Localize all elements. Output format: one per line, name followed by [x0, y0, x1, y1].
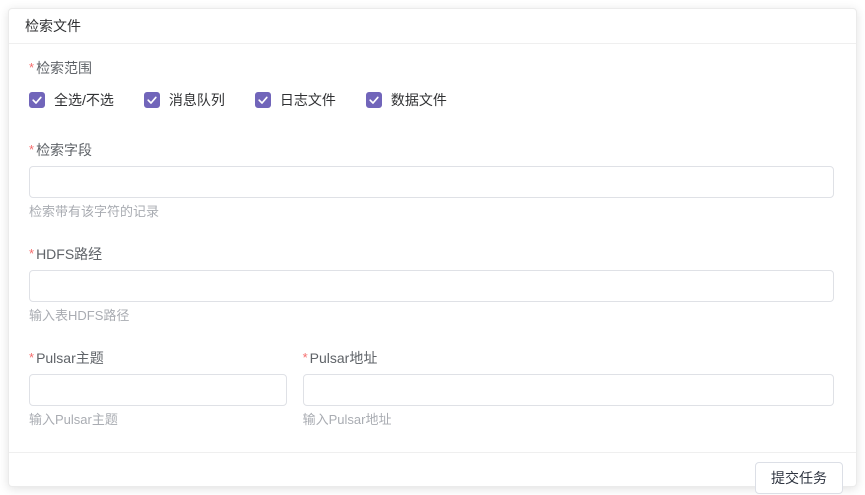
checkbox-message-queue[interactable]: 消息队列	[144, 90, 225, 110]
required-asterisk: *	[29, 246, 34, 261]
form-item-search-field: *检索字段 检索带有该字符的记录	[29, 140, 834, 220]
search-file-card: 检索文件 *检索范围 全选/不选 消息队列	[8, 8, 857, 487]
checkbox-label: 日志文件	[280, 90, 336, 110]
checkbox-label: 全选/不选	[54, 90, 114, 110]
search-field-label: *检索字段	[29, 140, 834, 160]
form-item-pulsar-address: *Pulsar地址 输入Pulsar地址	[303, 348, 834, 428]
scope-checkbox-group: 全选/不选 消息队列 日志文件	[29, 90, 834, 110]
pulsar-address-label: *Pulsar地址	[303, 348, 834, 368]
required-asterisk: *	[29, 350, 34, 365]
hdfs-path-helper: 输入表HDFS路径	[29, 308, 834, 324]
search-field-input[interactable]	[29, 166, 834, 198]
card-title: 检索文件	[25, 18, 81, 34]
card-body: *检索范围 全选/不选 消息队列	[9, 44, 856, 452]
required-asterisk: *	[29, 142, 34, 157]
pulsar-address-input[interactable]	[303, 374, 834, 406]
hdfs-path-label: *HDFS路经	[29, 244, 834, 264]
pulsar-topic-label: *Pulsar主题	[29, 348, 287, 368]
pulsar-address-helper: 输入Pulsar地址	[303, 412, 834, 428]
submit-task-button[interactable]: 提交任务	[755, 462, 843, 494]
pulsar-row: *Pulsar主题 输入Pulsar主题 *Pulsar地址 输入Pulsar地…	[29, 348, 834, 452]
scope-label: *检索范围	[29, 58, 834, 78]
pulsar-topic-helper: 输入Pulsar主题	[29, 412, 287, 428]
checkbox-checked-icon[interactable]	[144, 92, 160, 108]
checkbox-label: 消息队列	[169, 90, 225, 110]
checkbox-select-all[interactable]: 全选/不选	[29, 90, 114, 110]
search-field-helper: 检索带有该字符的记录	[29, 204, 834, 220]
form-item-pulsar-topic: *Pulsar主题 输入Pulsar主题	[29, 348, 287, 428]
form-item-scope: *检索范围 全选/不选 消息队列	[29, 58, 834, 110]
checkbox-log-file[interactable]: 日志文件	[255, 90, 336, 110]
checkbox-label: 数据文件	[391, 90, 447, 110]
checkbox-checked-icon[interactable]	[366, 92, 382, 108]
checkbox-data-file[interactable]: 数据文件	[366, 90, 447, 110]
required-asterisk: *	[303, 350, 308, 365]
checkbox-checked-icon[interactable]	[29, 92, 45, 108]
hdfs-path-input[interactable]	[29, 270, 834, 302]
form-item-hdfs-path: *HDFS路经 输入表HDFS路径	[29, 244, 834, 324]
pulsar-topic-input[interactable]	[29, 374, 287, 406]
required-asterisk: *	[29, 60, 34, 75]
card-footer: 提交任务	[9, 452, 856, 495]
card-header: 检索文件	[9, 9, 856, 44]
checkbox-checked-icon[interactable]	[255, 92, 271, 108]
